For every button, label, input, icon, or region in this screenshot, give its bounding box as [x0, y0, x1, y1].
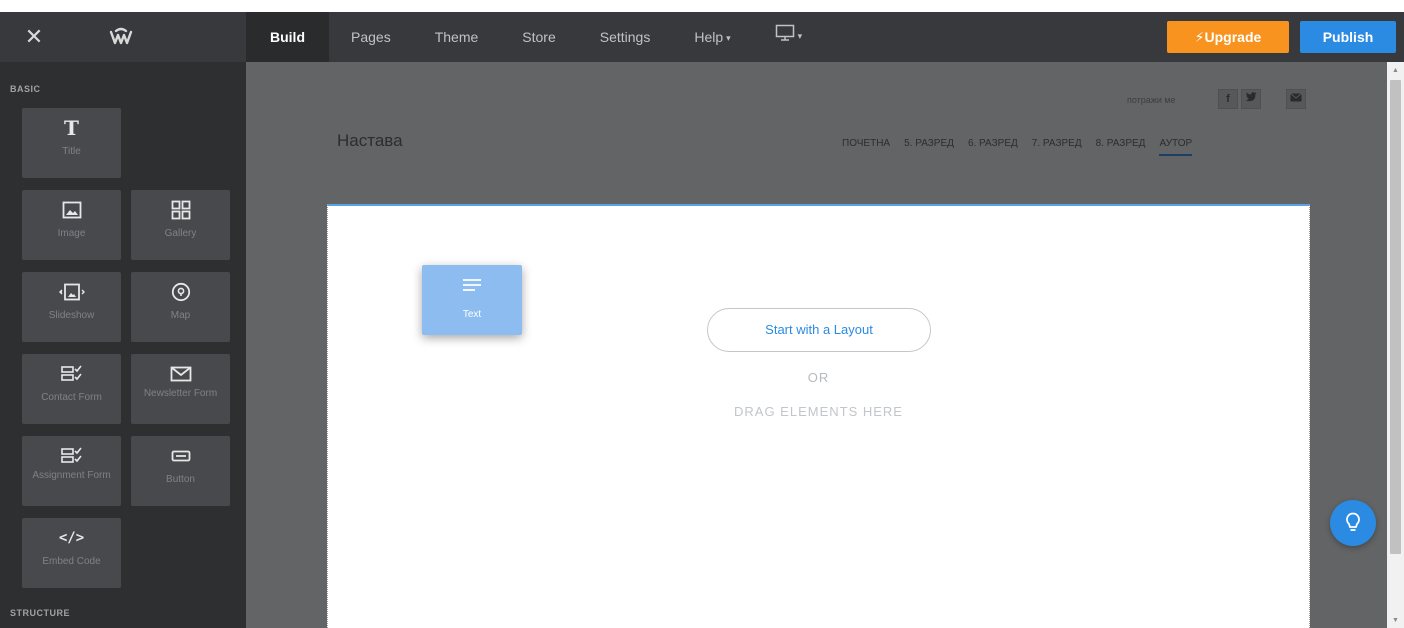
site-navigation: ПОЧЕТНА 5. РАЗРЕД 6. РАЗРЕД 7. РАЗРЕД 8.… [842, 138, 1193, 156]
scroll-down-icon[interactable]: ▼ [1387, 614, 1404, 628]
scroll-up-icon[interactable]: ▲ [1387, 64, 1404, 78]
tab-settings[interactable]: Settings [578, 12, 673, 62]
site-nav-item[interactable]: 6. РАЗРЕД [968, 138, 1018, 156]
tab-help-label: Help [694, 29, 724, 45]
upgrade-button[interactable]: ⚡Upgrade [1167, 21, 1289, 53]
element-label: Title [62, 146, 81, 157]
element-label: Newsletter Form [143, 388, 218, 399]
tab-store[interactable]: Store [500, 12, 577, 62]
publish-button[interactable]: Publish [1300, 21, 1396, 53]
map-icon [131, 280, 230, 304]
tab-pages[interactable]: Pages [329, 12, 413, 62]
element-map[interactable]: Map [131, 272, 230, 342]
section-label-structure: STRUCTURE [10, 608, 70, 618]
lightbulb-icon[interactable] [1330, 500, 1376, 546]
chevron-down-icon: ▾ [726, 33, 731, 43]
tab-theme[interactable]: Theme [413, 12, 501, 62]
element-image[interactable]: Image [22, 190, 121, 260]
vertical-scrollbar[interactable]: ▲ ▼ [1387, 62, 1404, 628]
dragging-label: Text [462, 309, 482, 320]
title-icon: T [64, 116, 79, 140]
button-icon [131, 444, 230, 468]
site-nav-item[interactable]: 5. РАЗРЕД [904, 138, 954, 156]
element-label: Contact Form [41, 392, 102, 403]
chevron-down-icon: ▾ [797, 31, 803, 41]
mail-icon[interactable] [1286, 89, 1306, 109]
scrollbar-thumb[interactable] [1390, 80, 1401, 554]
element-assignment-form[interactable]: Assignment Form [22, 436, 121, 506]
element-label: Image [57, 228, 86, 239]
or-divider-text: OR [807, 370, 830, 385]
assignment-form-icon [22, 444, 121, 468]
tab-build[interactable]: Build [246, 12, 329, 62]
editor-toolbar: ✕ Build Pages Theme Store Settings Help ▾… [0, 12, 1404, 62]
element-label: Slideshow [48, 310, 95, 321]
close-icon[interactable]: ✕ [24, 26, 44, 48]
browser-top-strip [0, 0, 1404, 12]
site-nav-item[interactable]: ПОЧЕТНА [842, 138, 890, 156]
twitter-icon[interactable] [1241, 89, 1261, 109]
weebly-logo-icon [108, 26, 134, 48]
site-nav-item[interactable]: 8. РАЗРЕД [1096, 138, 1146, 156]
element-label: Embed Code [42, 556, 101, 567]
slideshow-icon [22, 280, 121, 304]
dragging-text-element[interactable]: Text [422, 265, 522, 335]
element-button[interactable]: Button [131, 436, 230, 506]
editor-nav: Build Pages Theme Store Settings Help ▾ ▾ [246, 12, 824, 62]
drag-elements-hint: DRAG ELEMENTS HERE [734, 404, 903, 419]
code-icon: </> [58, 530, 85, 546]
site-nav-item[interactable]: 7. РАЗРЕД [1032, 138, 1082, 156]
facebook-icon[interactable]: f [1218, 89, 1238, 109]
text-lines-icon [422, 277, 522, 293]
element-label: Button [166, 474, 195, 485]
site-nav-item-active[interactable]: АУТОР [1159, 138, 1193, 156]
social-label: потражи ме [1127, 95, 1176, 105]
upgrade-label: Upgrade [1204, 29, 1262, 45]
element-title[interactable]: T Title [22, 108, 121, 178]
element-label: Gallery [164, 228, 197, 239]
start-with-layout-button[interactable]: Start with a Layout [707, 308, 931, 352]
drop-zone-highlight [328, 204, 1309, 206]
element-label: Map [170, 310, 191, 321]
lightning-icon: ⚡ [1194, 29, 1205, 45]
image-icon [22, 198, 121, 222]
element-contact-form[interactable]: Contact Form [22, 354, 121, 424]
device-preview-menu[interactable]: ▾ [753, 12, 825, 62]
desktop-monitor-icon [775, 12, 795, 62]
element-embed-code[interactable]: </> Embed Code [22, 518, 121, 588]
elements-sidebar: BASIC T Title Image Gallery Slideshow Ma… [0, 62, 246, 628]
element-label: Assignment Form [32, 470, 111, 481]
element-newsletter-form[interactable]: Newsletter Form [131, 354, 230, 424]
element-gallery[interactable]: Gallery [131, 190, 230, 260]
section-label-basic: BASIC [10, 84, 41, 94]
site-title[interactable]: Настава [337, 131, 403, 151]
gallery-icon [131, 198, 230, 222]
envelope-icon [131, 362, 230, 386]
contact-form-icon [22, 362, 121, 386]
element-slideshow[interactable]: Slideshow [22, 272, 121, 342]
tab-help[interactable]: Help ▾ [672, 12, 752, 62]
